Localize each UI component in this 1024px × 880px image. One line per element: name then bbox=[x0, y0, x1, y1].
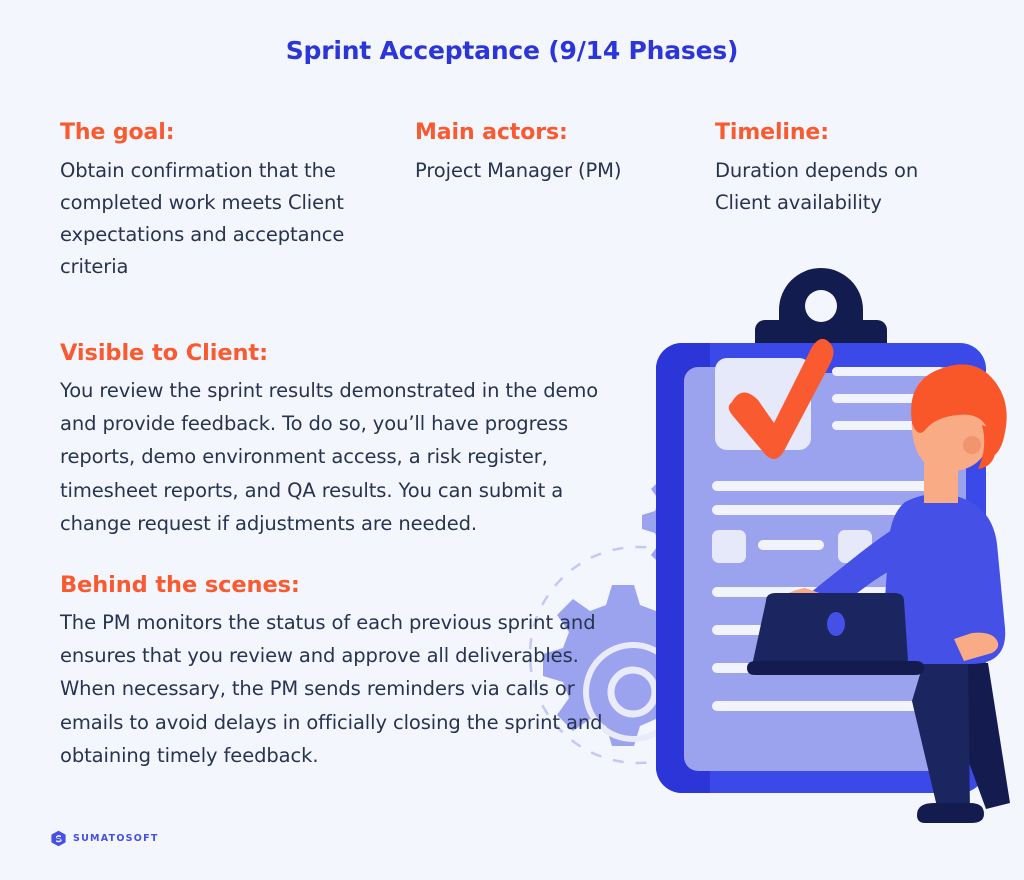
laptop-logo bbox=[827, 612, 845, 636]
infographic-page: Sprint Acceptance (9/14 Phases) The goal… bbox=[0, 0, 1024, 880]
timeline-text: Duration depends on Client availability bbox=[715, 159, 919, 214]
section-visible-to-client: Visible to Client: You review the sprint… bbox=[60, 340, 620, 540]
sumatosoft-logo-text: SUMATOSOFT bbox=[73, 833, 159, 844]
visible-to-client-heading: Visible to Client: bbox=[60, 340, 268, 366]
info-column-actors: Main actors: Project Manager (PM) bbox=[415, 120, 715, 187]
actors-text: Project Manager (PM) bbox=[415, 159, 622, 182]
person-shoe bbox=[917, 803, 984, 823]
page-title: Sprint Acceptance (9/14 Phases) bbox=[285, 36, 739, 65]
page-line bbox=[712, 701, 944, 711]
behind-the-scenes-heading: Behind the scenes: bbox=[60, 572, 300, 598]
page-line bbox=[832, 367, 944, 376]
laptop-base bbox=[747, 661, 924, 675]
info-column-goal: The goal: Obtain confirmation that the c… bbox=[60, 120, 415, 283]
person-ear bbox=[963, 436, 981, 454]
section-behind-the-scenes: Behind the scenes: The PM monitors the s… bbox=[60, 572, 620, 772]
visible-to-client-text: You review the sprint results demonstrat… bbox=[60, 379, 599, 535]
laptop-icon bbox=[747, 593, 924, 675]
goal-heading: The goal: bbox=[60, 120, 175, 145]
timeline-heading: Timeline: bbox=[715, 120, 829, 145]
sumatosoft-shield-icon bbox=[51, 830, 66, 847]
sumatosoft-logo: SUMATOSOFT bbox=[50, 830, 159, 847]
behind-the-scenes-text: The PM monitors the status of each previ… bbox=[60, 611, 603, 767]
goal-text: Obtain confirmation that the completed w… bbox=[60, 159, 345, 278]
page-line bbox=[758, 540, 824, 550]
page-line bbox=[712, 481, 944, 491]
checkbox-small bbox=[712, 530, 746, 563]
actors-heading: Main actors: bbox=[415, 120, 568, 145]
info-column-timeline: Timeline: Duration depends on Client ava… bbox=[715, 120, 970, 219]
